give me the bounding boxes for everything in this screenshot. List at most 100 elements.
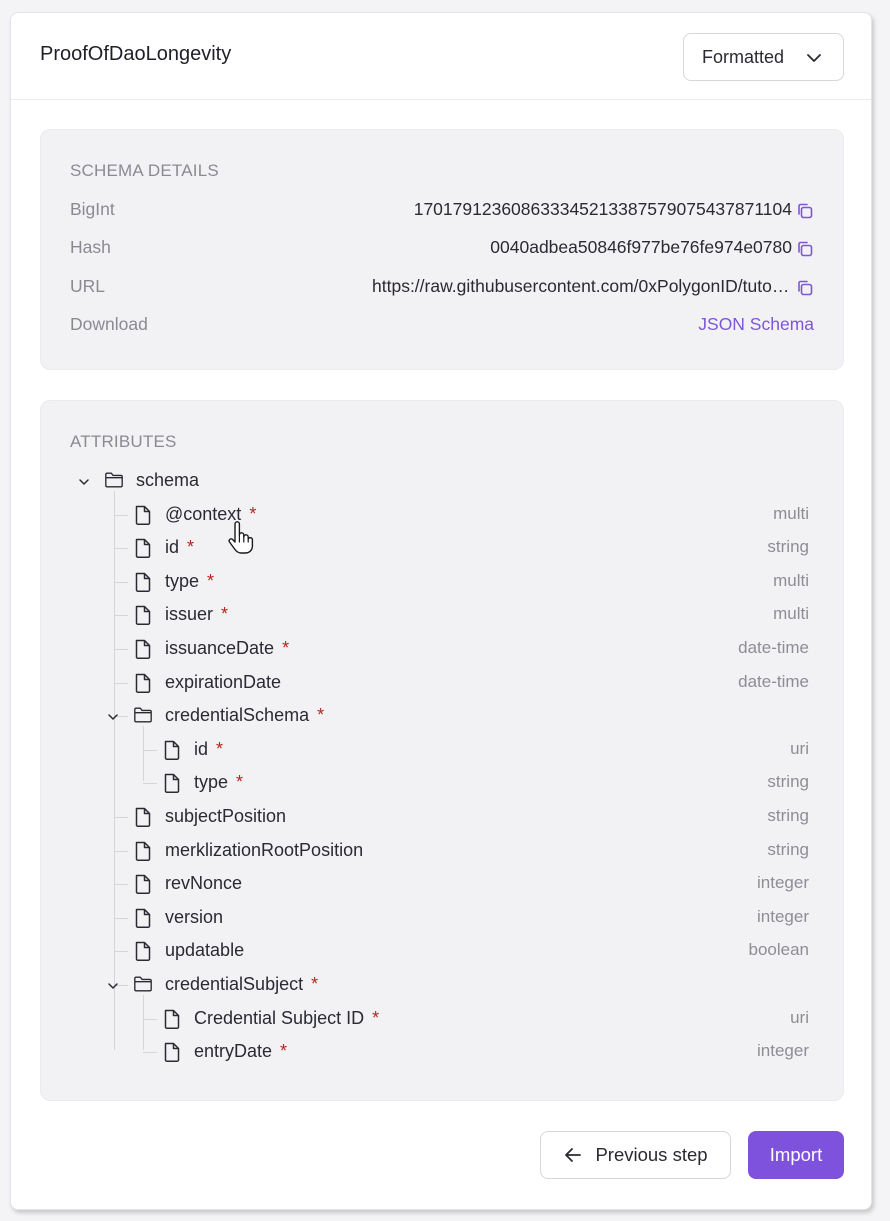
- chevron-down-icon: [807, 54, 821, 62]
- chevron-down-icon[interactable]: [77, 473, 91, 487]
- attribute-name: type *: [165, 571, 214, 592]
- detail-row-bigint: BigInt 170179123608633345213387579075437…: [70, 199, 814, 223]
- folder-icon: [133, 974, 153, 996]
- attribute-name: type *: [194, 772, 243, 793]
- attribute-type: string: [767, 772, 809, 792]
- attribute-type: uri: [790, 738, 809, 758]
- tree-file-node: updatable boolean: [41, 939, 843, 965]
- detail-key: Download: [70, 314, 148, 334]
- attribute-label: entryDate: [194, 1041, 273, 1062]
- tree-branch-line: [143, 783, 157, 785]
- attribute-label: type: [165, 570, 200, 591]
- tree-file-node: id * string: [41, 536, 843, 562]
- required-marker: *: [280, 1041, 288, 1062]
- attribute-name: credentialSubject *: [165, 974, 318, 995]
- attribute-type: integer: [757, 873, 809, 893]
- detail-value: https://raw.githubusercontent.com/0xPoly…: [372, 276, 792, 296]
- tree-folder-node[interactable]: credentialSubject *: [41, 973, 843, 999]
- attribute-type: boolean: [748, 940, 809, 960]
- file-icon: [133, 604, 153, 626]
- folder-icon: [104, 470, 124, 492]
- folder-icon: [133, 705, 153, 727]
- tree-branch-line: [114, 884, 128, 886]
- tree-branch-line: [114, 581, 128, 583]
- previous-step-button[interactable]: Previous step: [540, 1131, 731, 1179]
- required-marker: *: [216, 738, 224, 759]
- view-format-select[interactable]: Formatted: [683, 33, 844, 81]
- attribute-label: id: [165, 537, 180, 558]
- file-icon: [133, 873, 153, 895]
- chevron-down-icon[interactable]: [106, 977, 120, 991]
- tree-file-node: Credential Subject ID * uri: [41, 1007, 843, 1033]
- attribute-type: multi: [773, 570, 809, 590]
- detail-key: URL: [70, 276, 106, 296]
- tree-folder-node[interactable]: schema: [41, 469, 843, 495]
- tree-folder-node[interactable]: credentialSchema *: [41, 704, 843, 730]
- attribute-name: Credential Subject ID *: [194, 1008, 379, 1029]
- tree-file-node: subjectPosition string: [41, 805, 843, 831]
- attribute-name: schema: [136, 470, 199, 491]
- tree-file-node: expirationDate date-time: [41, 671, 843, 697]
- file-icon: [162, 1008, 182, 1030]
- copy-icon[interactable]: [796, 279, 814, 297]
- detail-key: Hash: [70, 237, 111, 257]
- attribute-type: string: [767, 537, 809, 557]
- required-marker: *: [372, 1007, 380, 1028]
- required-marker: *: [317, 705, 325, 726]
- arrow-left-icon: [565, 1148, 582, 1162]
- attribute-type: multi: [773, 503, 809, 523]
- tree-file-node: merklizationRootPosition string: [41, 839, 843, 865]
- view-format-value: Formatted: [702, 46, 785, 67]
- required-marker: *: [187, 537, 195, 558]
- attribute-label: type: [194, 772, 229, 793]
- attribute-label: subjectPosition: [165, 806, 287, 826]
- required-marker: *: [221, 604, 229, 625]
- schema-details-heading: SCHEMA DETAILS: [70, 161, 219, 180]
- attribute-label: updatable: [165, 940, 245, 961]
- file-icon: [162, 739, 182, 761]
- tree-branch-line: [114, 850, 128, 852]
- detail-row-hash: Hash 0040adbea50846f977be76fe974e0780: [70, 237, 814, 261]
- schema-title: ProofOfDaoLongevity: [40, 43, 232, 65]
- attribute-name: expirationDate: [165, 672, 281, 693]
- schema-card: ProofOfDaoLongevity Formatted SCHEMA DET…: [10, 12, 872, 1210]
- attribute-type: integer: [757, 906, 809, 926]
- file-icon: [133, 537, 153, 559]
- file-icon: [133, 571, 153, 593]
- copy-icon[interactable]: [796, 202, 814, 220]
- tree-branch-line: [114, 548, 128, 550]
- json-schema-link[interactable]: JSON Schema: [698, 314, 814, 335]
- file-icon: [133, 672, 153, 694]
- attribute-name: id *: [194, 739, 223, 760]
- detail-row-url: URL https://raw.githubusercontent.com/0x…: [70, 276, 814, 300]
- card-header: ProofOfDaoLongevity Formatted: [11, 13, 871, 100]
- tree-branch-line: [143, 749, 157, 751]
- attribute-name: entryDate *: [194, 1041, 287, 1062]
- file-icon: [133, 940, 153, 962]
- tree-file-node: @context * multi: [41, 503, 843, 529]
- attribute-type: integer: [757, 1041, 809, 1061]
- import-label: Import: [769, 1144, 823, 1165]
- detail-value: 170179123608633345213387579075437871104: [413, 199, 792, 219]
- attribute-type: date-time: [738, 638, 809, 657]
- app-frame: ProofOfDaoLongevity Formatted SCHEMA DET…: [0, 0, 890, 1221]
- detail-row-download: Download JSON Schema: [70, 314, 814, 338]
- attribute-name: version: [165, 907, 223, 928]
- tree-branch-line: [143, 1052, 157, 1054]
- copy-icon[interactable]: [796, 240, 814, 258]
- attribute-label: credentialSchema: [165, 705, 310, 726]
- tree-branch-line: [114, 514, 128, 516]
- chevron-down-icon[interactable]: [106, 708, 120, 722]
- attribute-name: issuer *: [165, 604, 228, 625]
- tree-file-node: issuanceDate * date-time: [41, 637, 843, 663]
- file-icon: [162, 1041, 182, 1063]
- required-marker: *: [207, 570, 215, 591]
- attribute-label: Credential Subject ID: [194, 1007, 365, 1028]
- attribute-name: updatable: [165, 940, 244, 961]
- import-button[interactable]: Import: [748, 1131, 844, 1179]
- attribute-label: merklizationRootPosition: [165, 839, 364, 860]
- attribute-label: version: [165, 906, 224, 927]
- attributes-panel: ATTRIBUTES schema @context * multi id * string…: [40, 400, 844, 1101]
- attribute-label: schema: [136, 470, 200, 490]
- previous-step-label: Previous step: [595, 1144, 708, 1165]
